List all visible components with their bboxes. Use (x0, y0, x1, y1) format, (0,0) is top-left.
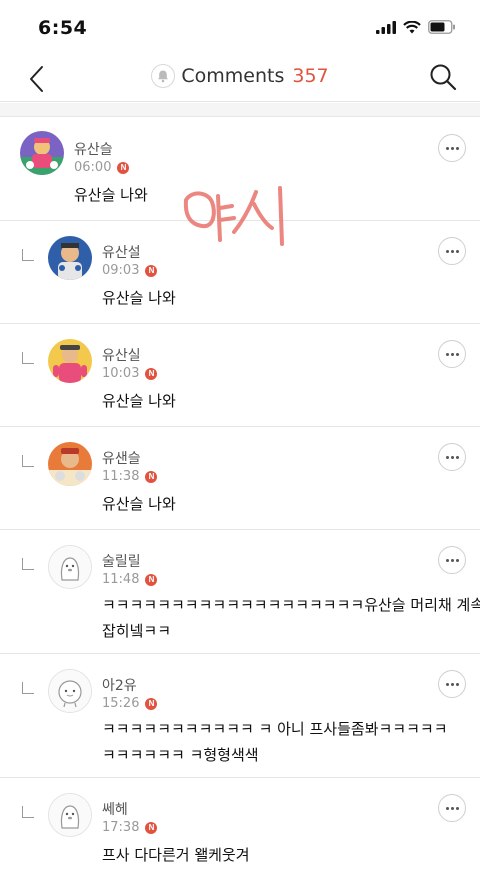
comment-text: 유산슬 나와 (102, 392, 176, 410)
new-badge-icon: N (145, 573, 158, 586)
comment-time: 17:38 (102, 820, 140, 835)
comment-text: ㅋㅋㅋㅋㅋㅋㅋㅋㅋㅋㅋ ㅋ 아니 프사들좀봐ㅋㅋㅋㅋㅋ ㅋㅋㅋㅋㅋㅋ ㅋ형형색색 (102, 716, 448, 768)
comment-nickname[interactable]: 유산실 (102, 345, 141, 365)
avatar[interactable] (20, 131, 64, 175)
more-button[interactable] (438, 443, 466, 471)
reply-icon (22, 682, 34, 694)
comment-nickname[interactable]: 유산슬 (74, 139, 113, 159)
comment-text: 유산슬 나와 (102, 495, 176, 513)
avatar[interactable] (48, 442, 92, 486)
bell-icon[interactable] (151, 64, 176, 88)
comment-time: 11:38 (102, 469, 140, 484)
comment-nickname[interactable]: 유산설 (102, 242, 141, 262)
wifi-icon (403, 20, 421, 33)
new-badge-icon: N (145, 697, 158, 710)
signal-icon (376, 20, 396, 34)
section-divider (0, 103, 480, 117)
comment-meta: 17:38 N (102, 820, 158, 835)
reply-icon (22, 249, 34, 261)
more-button[interactable] (438, 134, 466, 162)
status-icons (376, 20, 456, 34)
comment-text: 프사 다다른거 왤케웃겨 (102, 846, 250, 864)
more-button[interactable] (438, 340, 466, 368)
comment-text-line: ㅋㅋㅋㅋㅋㅋ ㅋ형형색색 (102, 746, 259, 764)
search-icon (430, 64, 457, 91)
handwritten-watermark (183, 186, 284, 246)
comment-item: 유산실 10:03 N 유산슬 나와 (0, 324, 480, 427)
nav-bar: Comments 357 (0, 56, 480, 102)
new-badge-icon: N (145, 264, 158, 277)
comment-time: 11:48 (102, 572, 140, 587)
comment-item: 쎄헤 17:38 N 프사 다다른거 왤케웃겨 (0, 778, 480, 882)
more-button[interactable] (438, 794, 466, 822)
comment-item: 아2유 15:26 N ㅋㅋㅋㅋㅋㅋㅋㅋㅋㅋㅋ ㅋ 아니 프사들좀봐ㅋㅋㅋㅋㅋ … (0, 654, 480, 778)
battery-icon (428, 20, 455, 34)
search-button[interactable] (428, 62, 458, 92)
status-time: 6:54 (38, 17, 88, 39)
comment-text-line: ㅋㅋㅋㅋㅋㅋㅋㅋㅋㅋㅋ ㅋ 아니 프사들좀봐ㅋㅋㅋㅋㅋ (102, 720, 448, 738)
comment-nickname[interactable]: 쎄헤 (102, 799, 128, 819)
page-title: Comments (181, 65, 285, 87)
comment-time: 06:00 (74, 160, 112, 175)
new-badge-icon: N (145, 821, 158, 834)
reply-icon (22, 455, 34, 467)
comment-time: 10:03 (102, 366, 140, 381)
reply-icon (22, 806, 34, 818)
more-button[interactable] (438, 546, 466, 574)
comment-count: 357 (292, 65, 329, 87)
comment-meta: 09:03 N (102, 263, 158, 278)
comment-meta: 15:26 N (102, 696, 158, 711)
new-badge-icon: N (145, 367, 158, 380)
comment-nickname[interactable]: 아2유 (102, 675, 137, 695)
status-bar: 6:54 (0, 0, 480, 56)
comment-item: 유샌슬 11:38 N 유산슬 나와 (0, 427, 480, 530)
comment-meta: 11:38 N (102, 469, 158, 484)
avatar[interactable] (48, 236, 92, 280)
new-badge-icon: N (145, 470, 158, 483)
reply-icon (22, 352, 34, 364)
comment-text: 유산슬 나와 (102, 289, 176, 307)
comment-text-line: 잡히넼ㅋㅋ (102, 622, 172, 640)
comment-item: 술릴릴 11:48 N ㅋㅋㅋㅋㅋㅋㅋㅋㅋㅋㅋㅋㅋㅋㅋㅋㅋㅋㅋ유산슬 머리채 계… (0, 530, 480, 654)
comment-time: 09:03 (102, 263, 140, 278)
nav-title-group: Comments 357 (0, 64, 480, 88)
comment-meta: 06:00 N (74, 160, 130, 175)
comment-text: 유산슬 나와 (74, 186, 148, 204)
comment-meta: 10:03 N (102, 366, 158, 381)
avatar[interactable] (48, 339, 92, 383)
comment-text: ㅋㅋㅋㅋㅋㅋㅋㅋㅋㅋㅋㅋㅋㅋㅋㅋㅋㅋㅋ유산슬 머리채 계속 붙 잡히넼ㅋㅋ (102, 592, 480, 644)
comment-time: 15:26 (102, 696, 140, 711)
more-button[interactable] (438, 670, 466, 698)
comment-nickname[interactable]: 유샌슬 (102, 448, 141, 468)
comment-meta: 11:48 N (102, 572, 158, 587)
more-button[interactable] (438, 237, 466, 265)
avatar[interactable] (48, 669, 92, 713)
comment-text-line: ㅋㅋㅋㅋㅋㅋㅋㅋㅋㅋㅋㅋㅋㅋㅋㅋㅋㅋㅋ유산슬 머리채 계속 붙 (102, 596, 480, 614)
new-badge-icon: N (117, 161, 130, 174)
avatar[interactable] (48, 793, 92, 837)
comment-nickname[interactable]: 술릴릴 (102, 551, 141, 571)
reply-icon (22, 558, 34, 570)
avatar[interactable] (48, 545, 92, 589)
